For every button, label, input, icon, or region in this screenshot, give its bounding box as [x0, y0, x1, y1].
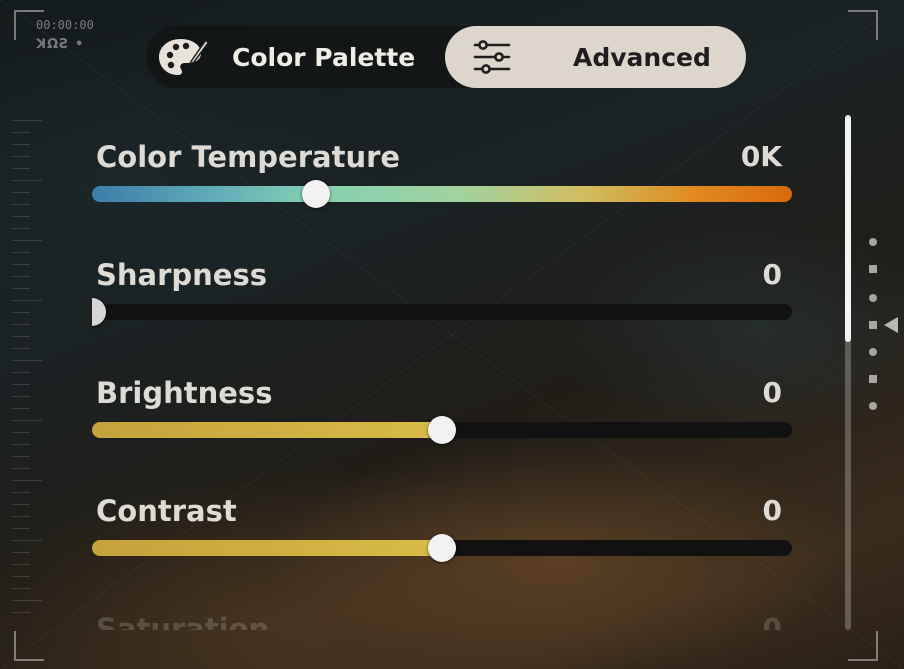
ruler-tick [12, 228, 30, 229]
slider-thumb[interactable] [302, 180, 330, 208]
palette-icon [156, 34, 210, 80]
pager-square[interactable] [869, 375, 877, 383]
pager-dot[interactable] [869, 238, 877, 246]
ruler-tick [12, 576, 30, 577]
setting-value: 0K [740, 140, 782, 173]
tab-advanced[interactable]: Advanced [445, 26, 746, 88]
ruler-tick [12, 324, 30, 325]
sharpness-slider[interactable] [92, 298, 792, 326]
pager-square[interactable] [869, 265, 877, 273]
ruler-tick [12, 132, 30, 133]
ruler-tick [12, 396, 30, 397]
ruler-tick [12, 528, 30, 529]
frame-corner-bottom-right [848, 631, 878, 661]
ruler-tick [12, 468, 30, 469]
slider-thumb[interactable] [428, 416, 456, 444]
ruler-tick [12, 432, 30, 433]
left-ruler [12, 120, 42, 620]
pager-dot[interactable] [869, 348, 877, 356]
ruler-tick [12, 144, 30, 145]
slider-thumb[interactable] [92, 298, 106, 326]
ruler-tick [12, 456, 30, 457]
setting-value: 0 [762, 494, 782, 527]
ruler-tick [12, 420, 42, 421]
ruler-tick [12, 252, 30, 253]
ruler-tick [12, 540, 42, 541]
mode-tabs: Color Palette Advanced [146, 26, 746, 88]
ruler-tick [12, 408, 30, 409]
ruler-tick [12, 612, 30, 613]
setting-sharpness: Sharpness 0 [92, 258, 792, 338]
ruler-tick [12, 300, 42, 301]
pager-square-active[interactable] [869, 321, 877, 329]
ruler-tick [12, 120, 42, 121]
ruler-tick [12, 564, 30, 565]
setting-label: Brightness [96, 376, 273, 410]
advanced-settings-list: Color Temperature 0K Sharpness 0 Brightn… [92, 140, 792, 630]
section-pager [866, 236, 886, 416]
slider-thumb[interactable] [428, 534, 456, 562]
pager-dot[interactable] [869, 294, 877, 302]
frame-corner-top-right [848, 10, 878, 40]
ruler-tick [12, 348, 30, 349]
ruler-tick [12, 180, 42, 181]
ruler-tick [12, 276, 30, 277]
ruler-tick [12, 312, 30, 313]
setting-label: Contrast [96, 494, 237, 528]
recording-timer: 00:00:00 [36, 18, 94, 32]
tab-color-palette-label: Color Palette [232, 42, 416, 72]
ruler-tick [12, 240, 42, 241]
setting-value: 0 [762, 258, 782, 291]
brightness-slider[interactable] [92, 416, 792, 444]
ruler-tick [12, 288, 30, 289]
pager-pointer-icon [884, 317, 898, 333]
ruler-tick [12, 336, 30, 337]
ruler-tick [12, 264, 30, 265]
ruler-tick [12, 588, 30, 589]
scrollbar-thumb[interactable] [845, 115, 851, 342]
setting-value: 0 [762, 376, 782, 409]
tab-advanced-label: Advanced [573, 42, 711, 72]
frame-corner-bottom-left [14, 631, 44, 661]
ruler-tick [12, 384, 30, 385]
slider-fill [92, 540, 442, 556]
ruler-tick [12, 204, 30, 205]
setting-value: 0 [762, 612, 782, 630]
recording-indicator: ꓘΩƧ • [36, 37, 85, 52]
ruler-tick [12, 444, 30, 445]
ruler-tick [12, 192, 30, 193]
sliders-icon [465, 34, 519, 80]
slider-fill [92, 422, 442, 438]
ruler-tick [12, 216, 30, 217]
tab-color-palette[interactable]: Color Palette [156, 26, 436, 88]
ruler-tick [12, 492, 30, 493]
setting-color-temperature: Color Temperature 0K [92, 140, 792, 220]
ruler-tick [12, 600, 42, 601]
contrast-slider[interactable] [92, 534, 792, 562]
setting-label: Color Temperature [96, 140, 401, 174]
setting-contrast: Contrast 0 [92, 494, 792, 574]
ruler-tick [12, 168, 30, 169]
ruler-tick [12, 552, 30, 553]
color-temperature-slider[interactable] [92, 180, 792, 208]
ruler-tick [12, 360, 42, 361]
setting-saturation: Saturation 0 [92, 612, 792, 630]
ruler-tick [12, 156, 30, 157]
settings-scrollbar[interactable] [845, 115, 851, 630]
pager-dot[interactable] [869, 402, 877, 410]
ruler-tick [12, 516, 30, 517]
ruler-tick [12, 372, 30, 373]
setting-brightness: Brightness 0 [92, 376, 792, 456]
setting-label: Sharpness [96, 258, 267, 292]
setting-label: Saturation [96, 612, 270, 630]
ruler-tick [12, 480, 42, 481]
ruler-tick [12, 504, 30, 505]
